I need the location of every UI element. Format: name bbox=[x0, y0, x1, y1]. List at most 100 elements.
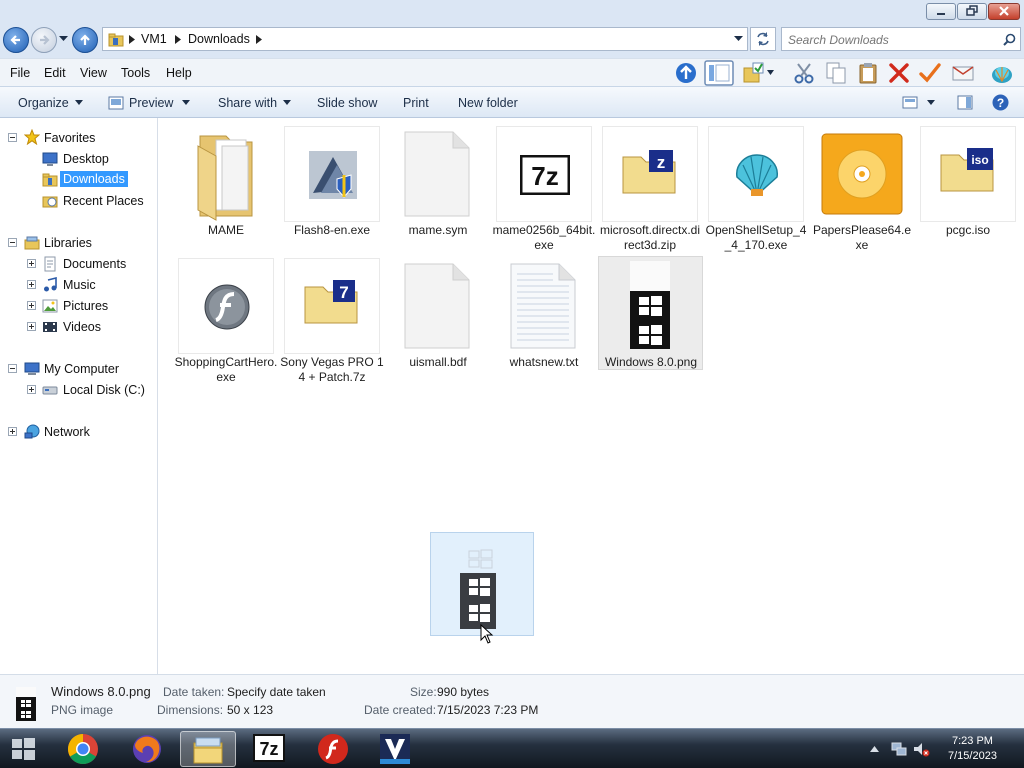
file-item-mame0256b[interactable]: 7z mame0256b_64bit.exe bbox=[492, 126, 596, 254]
nav-favorites[interactable]: Favorites bbox=[44, 131, 95, 145]
file-name: MAME bbox=[208, 223, 244, 237]
minimize-button[interactable] bbox=[926, 3, 956, 20]
slide-show-button[interactable]: Slide show bbox=[317, 96, 377, 110]
recent-places-icon bbox=[42, 196, 58, 208]
refresh-icon bbox=[757, 32, 769, 46]
breadcrumb-vm1[interactable]: VM1 bbox=[141, 32, 167, 46]
nav-my-computer[interactable]: My Computer bbox=[44, 362, 119, 376]
file-item-sony-vegas[interactable]: 7 Sony Vegas PRO 14 + Patch.7z bbox=[280, 258, 384, 386]
checkmark-icon[interactable] bbox=[918, 61, 942, 85]
blank-file-icon bbox=[404, 131, 470, 217]
open-shell-icon[interactable] bbox=[990, 61, 1014, 85]
documents-expand-toggle[interactable] bbox=[27, 259, 36, 268]
nav-desktop[interactable]: Desktop bbox=[63, 152, 109, 166]
menu-tools[interactable]: Tools bbox=[121, 66, 150, 80]
delete-icon[interactable] bbox=[887, 61, 911, 85]
nav-videos[interactable]: Videos bbox=[63, 320, 101, 334]
file-item-pcgc-iso[interactable]: iso pcgc.iso bbox=[916, 126, 1020, 238]
file-item-whatsnew[interactable]: whatsnew.txt bbox=[492, 258, 596, 370]
clock-date[interactable]: 7/15/2023 bbox=[948, 750, 997, 762]
volume-muted-icon[interactable] bbox=[912, 740, 930, 758]
new-folder-button[interactable]: New folder bbox=[458, 96, 518, 110]
taskbar-flash[interactable] bbox=[306, 731, 362, 767]
show-hidden-icons-icon[interactable] bbox=[870, 746, 879, 752]
view-options-icon[interactable] bbox=[902, 96, 918, 109]
chevron-down-icon[interactable] bbox=[927, 100, 935, 105]
chevron-right-icon[interactable] bbox=[175, 35, 181, 44]
date-taken-value[interactable]: Specify date taken bbox=[227, 685, 326, 699]
file-item-flash8[interactable]: Flash8-en.exe bbox=[280, 126, 384, 238]
file-item-mame-sym[interactable]: mame.sym bbox=[386, 126, 490, 238]
menu-edit[interactable]: Edit bbox=[44, 66, 66, 80]
up-folder-toolbar-icon[interactable] bbox=[674, 61, 698, 85]
folders-pane-toggle-icon[interactable] bbox=[704, 60, 734, 86]
videos-expand-toggle[interactable] bbox=[27, 322, 36, 331]
preview-button[interactable]: Preview bbox=[129, 96, 191, 110]
chevron-right-icon[interactable] bbox=[129, 35, 135, 44]
cut-icon[interactable] bbox=[792, 61, 816, 85]
paste-icon[interactable] bbox=[856, 61, 880, 85]
organize-button[interactable]: Organize bbox=[18, 96, 83, 110]
nav-downloads[interactable]: Downloads bbox=[60, 171, 128, 187]
file-item-mame[interactable]: MAME bbox=[174, 126, 278, 238]
my-computer-collapse-toggle[interactable] bbox=[8, 364, 17, 373]
recent-pages-dropdown[interactable] bbox=[59, 36, 68, 42]
close-button[interactable] bbox=[988, 3, 1020, 20]
file-item-windows8-png[interactable]: Windows 8.0.png bbox=[598, 256, 703, 370]
address-bar[interactable]: VM1 Downloads bbox=[102, 27, 748, 51]
taskbar-chrome[interactable] bbox=[56, 731, 112, 767]
help-icon[interactable]: ? bbox=[992, 94, 1009, 111]
taskbar-vegas[interactable] bbox=[368, 731, 424, 767]
network-expand-toggle[interactable] bbox=[8, 427, 17, 436]
clock-time[interactable]: 7:23 PM bbox=[952, 735, 993, 747]
nav-recent-places[interactable]: Recent Places bbox=[63, 194, 144, 208]
blank-file-icon bbox=[404, 263, 470, 349]
forward-button[interactable] bbox=[31, 27, 57, 53]
menu-help[interactable]: Help bbox=[166, 66, 192, 80]
copy-icon[interactable] bbox=[824, 61, 848, 85]
share-with-button[interactable]: Share with bbox=[218, 96, 292, 110]
nav-libraries[interactable]: Libraries bbox=[44, 236, 92, 250]
nav-network[interactable]: Network bbox=[44, 425, 90, 439]
favorites-collapse-toggle[interactable] bbox=[8, 133, 17, 142]
menu-file[interactable]: File bbox=[10, 66, 30, 80]
file-item-directx-zip[interactable]: z microsoft.directx.direct3d.zip bbox=[598, 126, 702, 254]
file-item-shoppingcarthero[interactable]: ShoppingCartHero.exe bbox=[174, 258, 278, 386]
chevron-right-icon[interactable] bbox=[256, 35, 262, 44]
preview-label: Preview bbox=[129, 96, 174, 110]
file-item-openshell[interactable]: OpenShellSetup_4_4_170.exe bbox=[704, 126, 808, 254]
menu-view[interactable]: View bbox=[80, 66, 107, 80]
print-button[interactable]: Print bbox=[403, 96, 429, 110]
chevron-down-icon[interactable] bbox=[767, 70, 774, 75]
file-item-papersplease[interactable]: PapersPlease64.exe bbox=[810, 126, 914, 254]
search-icon[interactable] bbox=[1003, 33, 1016, 46]
file-item-uismall[interactable]: uismall.bdf bbox=[386, 258, 490, 370]
search-input[interactable] bbox=[788, 31, 988, 48]
pictures-expand-toggle[interactable] bbox=[27, 301, 36, 310]
breadcrumb-downloads[interactable]: Downloads bbox=[188, 32, 250, 46]
text-file-icon bbox=[510, 263, 576, 349]
file-list: MAME Flash8-en.exe mame.sym 7z mame0256b… bbox=[159, 118, 1024, 674]
taskbar-firefox[interactable] bbox=[120, 731, 176, 767]
taskbar-7zip[interactable]: 7z bbox=[242, 731, 298, 767]
network-tray-icon[interactable] bbox=[890, 740, 908, 758]
date-created-label: Date created: bbox=[364, 703, 437, 717]
up-button[interactable] bbox=[72, 27, 98, 53]
nav-pictures[interactable]: Pictures bbox=[63, 299, 108, 313]
local-disk-expand-toggle[interactable] bbox=[27, 385, 36, 394]
back-button[interactable] bbox=[3, 27, 29, 53]
refresh-button[interactable] bbox=[750, 27, 776, 51]
libraries-collapse-toggle[interactable] bbox=[8, 238, 17, 247]
nav-documents[interactable]: Documents bbox=[63, 257, 126, 271]
email-icon[interactable] bbox=[951, 61, 975, 85]
nav-music[interactable]: Music bbox=[63, 278, 96, 292]
restore-button[interactable] bbox=[957, 3, 987, 20]
start-button[interactable] bbox=[0, 731, 42, 767]
address-dropdown-icon[interactable] bbox=[734, 36, 743, 42]
folder-options-icon[interactable] bbox=[742, 61, 766, 85]
nav-local-disk[interactable]: Local Disk (C:) bbox=[63, 383, 145, 397]
music-expand-toggle[interactable] bbox=[27, 280, 36, 289]
taskbar-explorer[interactable] bbox=[180, 731, 236, 767]
preview-pane-icon[interactable] bbox=[957, 95, 973, 110]
search-box[interactable] bbox=[781, 27, 1021, 51]
